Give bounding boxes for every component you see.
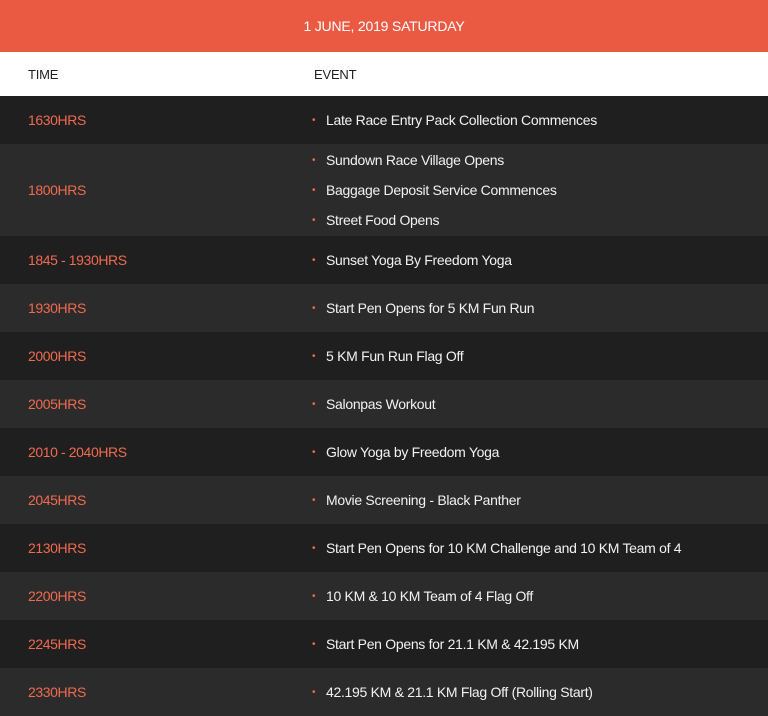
table-header: TIME EVENT: [0, 52, 768, 96]
event-item: • Glow Yoga by Freedom Yoga: [312, 437, 768, 467]
event-text: Start Pen Opens for 21.1 KM & 42.195 KM: [326, 636, 579, 652]
row-time: 1930HRS: [28, 300, 86, 316]
row-events: • 10 KM & 10 KM Team of 4 Flag Off: [312, 581, 768, 611]
event-text: Movie Screening - Black Panther: [326, 492, 521, 508]
row-events: • Glow Yoga by Freedom Yoga: [312, 437, 768, 467]
table-row: 2000HRS • 5 KM Fun Run Flag Off: [0, 332, 768, 380]
schedule-header: 1 JUNE, 2019 SATURDAY: [0, 0, 768, 52]
table-row: 2245HRS • Start Pen Opens for 21.1 KM & 42…: [0, 620, 768, 668]
table-row: 2330HRS • 42.195 KM & 21.1 KM Flag Off (Ro…: [0, 668, 768, 716]
bullet-icon: •: [312, 254, 316, 266]
row-time: 2005HRS: [28, 396, 86, 412]
bullet-icon: •: [312, 446, 316, 458]
event-text: Baggage Deposit Service Commences: [326, 182, 557, 198]
schedule-table-body: 1630HRS • Late Race Entry Pack Collection …: [0, 96, 768, 716]
event-text: Late Race Entry Pack Collection Commence…: [326, 112, 597, 128]
event-item: • Movie Screening - Black Panther: [312, 485, 768, 515]
table-row: 1845 - 1930HRS • Sunset Yoga By Freedom Yo…: [0, 236, 768, 284]
bullet-icon: •: [312, 638, 316, 650]
table-row: 1630HRS • Late Race Entry Pack Collection …: [0, 96, 768, 144]
bullet-icon: •: [312, 184, 316, 196]
row-time: 2000HRS: [28, 348, 86, 364]
row-events: • Late Race Entry Pack Collection Commenc…: [312, 105, 768, 135]
table-row: 2005HRS • Salonpas Workout: [0, 380, 768, 428]
bullet-icon: •: [312, 214, 316, 226]
event-item: • Start Pen Opens for 21.1 KM & 42.195 KM: [312, 629, 768, 659]
bullet-icon: •: [312, 398, 316, 410]
bullet-icon: •: [312, 114, 316, 126]
row-events: • 42.195 KM & 21.1 KM Flag Off (Rolling S…: [312, 677, 768, 707]
table-row: 2200HRS • 10 KM & 10 KM Team of 4 Flag Off: [0, 572, 768, 620]
row-time: 2330HRS: [28, 684, 86, 700]
row-time: 2045HRS: [28, 492, 86, 508]
event-text: Salonpas Workout: [326, 396, 436, 412]
event-item: • Late Race Entry Pack Collection Commenc…: [312, 105, 768, 135]
schedule-date-title: 1 JUNE, 2019 SATURDAY: [303, 18, 465, 34]
table-row: 1800HRS • Sundown Race Village Opens • Bagga…: [0, 144, 768, 236]
row-events: • Sundown Race Village Opens • Baggage Depo…: [312, 145, 768, 235]
row-time: 2010 - 2040HRS: [28, 444, 127, 460]
row-events: • Start Pen Opens for 5 KM Fun Run: [312, 293, 768, 323]
table-row: 2045HRS • Movie Screening - Black Panther: [0, 476, 768, 524]
event-text: Sundown Race Village Opens: [326, 152, 504, 168]
column-header-event: EVENT: [314, 67, 357, 82]
event-item: • Sunset Yoga By Freedom Yoga: [312, 245, 768, 275]
row-time: 2200HRS: [28, 588, 86, 604]
event-item: • 10 KM & 10 KM Team of 4 Flag Off: [312, 581, 768, 611]
event-item: • Salonpas Workout: [312, 389, 768, 419]
event-text: Glow Yoga by Freedom Yoga: [326, 444, 500, 460]
event-text: Sunset Yoga By Freedom Yoga: [326, 252, 512, 268]
row-time: 2130HRS: [28, 540, 86, 556]
row-time: 1800HRS: [28, 182, 86, 198]
event-item: • Start Pen Opens for 10 KM Challenge and…: [312, 533, 768, 563]
event-item: • 5 KM Fun Run Flag Off: [312, 341, 768, 371]
event-item: • Sundown Race Village Opens: [312, 145, 768, 175]
column-header-time: TIME: [28, 67, 59, 82]
row-events: • Salonpas Workout: [312, 389, 768, 419]
event-item: • Baggage Deposit Service Commences: [312, 175, 768, 205]
event-text: Street Food Opens: [326, 212, 440, 228]
event-text: Start Pen Opens for 10 KM Challenge and …: [326, 540, 682, 556]
event-text: Start Pen Opens for 5 KM Fun Run: [326, 300, 535, 316]
bullet-icon: •: [312, 154, 316, 166]
table-row: 2010 - 2040HRS • Glow Yoga by Freedom Yoga: [0, 428, 768, 476]
event-item: • Street Food Opens: [312, 205, 768, 235]
bullet-icon: •: [312, 494, 316, 506]
row-events: • 5 KM Fun Run Flag Off: [312, 341, 768, 371]
event-item: • Start Pen Opens for 5 KM Fun Run: [312, 293, 768, 323]
row-time: 2245HRS: [28, 636, 86, 652]
event-item: • 42.195 KM & 21.1 KM Flag Off (Rolling S…: [312, 677, 768, 707]
row-events: • Start Pen Opens for 21.1 KM & 42.195 KM: [312, 629, 768, 659]
event-text: 10 KM & 10 KM Team of 4 Flag Off: [326, 588, 533, 604]
bullet-icon: •: [312, 590, 316, 602]
row-time: 1845 - 1930HRS: [28, 252, 127, 268]
row-events: • Movie Screening - Black Panther: [312, 485, 768, 515]
row-events: • Start Pen Opens for 10 KM Challenge and…: [312, 533, 768, 563]
bullet-icon: •: [312, 302, 316, 314]
table-row: 1930HRS • Start Pen Opens for 5 KM Fun Run: [0, 284, 768, 332]
event-text: 42.195 KM & 21.1 KM Flag Off (Rolling St…: [326, 684, 593, 700]
row-time: 1630HRS: [28, 112, 86, 128]
bullet-icon: •: [312, 686, 316, 698]
bullet-icon: •: [312, 542, 316, 554]
row-events: • Sunset Yoga By Freedom Yoga: [312, 245, 768, 275]
event-text: 5 KM Fun Run Flag Off: [326, 348, 464, 364]
bullet-icon: •: [312, 350, 316, 362]
table-row: 2130HRS • Start Pen Opens for 10 KM Challe…: [0, 524, 768, 572]
